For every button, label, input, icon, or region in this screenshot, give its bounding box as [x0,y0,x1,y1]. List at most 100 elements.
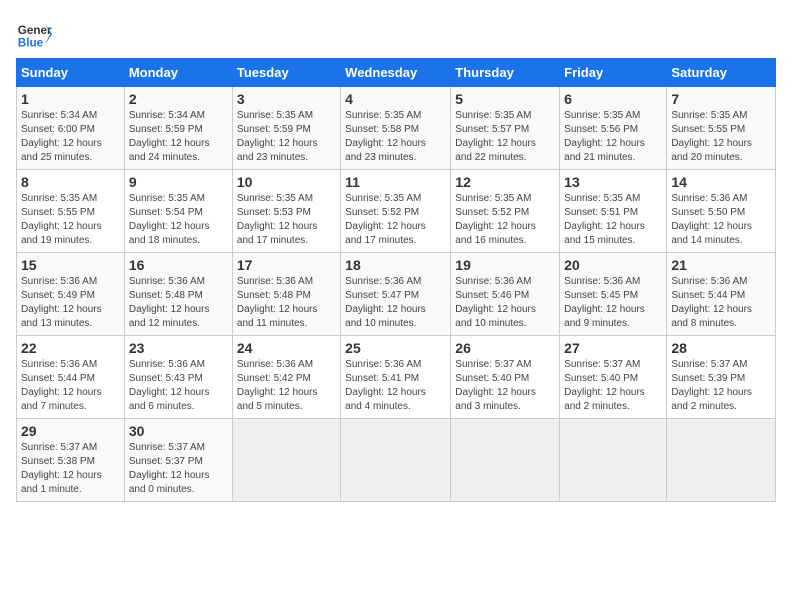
day-number: 13 [564,174,662,190]
calendar-cell: 9 Sunrise: 5:35 AM Sunset: 5:54 PM Daylig… [124,170,232,253]
svg-text:General: General [18,24,52,37]
column-header-thursday: Thursday [451,59,560,87]
day-detail: Sunrise: 5:35 AM Sunset: 5:52 PM Dayligh… [345,192,446,248]
calendar-cell: 26 Sunrise: 5:37 AM Sunset: 5:40 PM Dayli… [451,336,560,419]
day-detail: Sunrise: 5:35 AM Sunset: 5:53 PM Dayligh… [237,192,336,248]
day-detail: Sunrise: 5:35 AM Sunset: 5:54 PM Dayligh… [129,192,228,248]
calendar-week-row: 8 Sunrise: 5:35 AM Sunset: 5:55 PM Daylig… [17,170,776,253]
calendar-cell: 6 Sunrise: 5:35 AM Sunset: 5:56 PM Daylig… [560,87,667,170]
calendar-cell: 12 Sunrise: 5:35 AM Sunset: 5:52 PM Dayli… [451,170,560,253]
calendar-cell: 29 Sunrise: 5:37 AM Sunset: 5:38 PM Dayli… [17,419,125,502]
day-number: 29 [21,423,120,439]
day-number: 24 [237,340,336,356]
day-detail: Sunrise: 5:36 AM Sunset: 5:49 PM Dayligh… [21,275,120,331]
calendar-cell [232,419,340,502]
calendar-cell: 18 Sunrise: 5:36 AM Sunset: 5:47 PM Dayli… [341,253,451,336]
calendar-cell: 27Sunrise: 5:37 AM Sunset: 5:40 PM Dayli… [560,336,667,419]
column-header-sunday: Sunday [17,59,125,87]
calendar-cell [341,419,451,502]
calendar-week-row: 22 Sunrise: 5:36 AM Sunset: 5:44 PM Dayli… [17,336,776,419]
calendar-cell: 2 Sunrise: 5:34 AM Sunset: 5:59 PM Daylig… [124,87,232,170]
day-detail: Sunrise: 5:34 AM Sunset: 6:00 PM Dayligh… [21,109,120,165]
day-detail: Sunrise: 5:36 AM Sunset: 5:48 PM Dayligh… [237,275,336,331]
calendar-cell: 5Sunrise: 5:35 AM Sunset: 5:57 PM Daylig… [451,87,560,170]
day-detail: Sunrise: 5:36 AM Sunset: 5:44 PM Dayligh… [21,358,120,414]
day-detail: Sunrise: 5:35 AM Sunset: 5:56 PM Dayligh… [564,109,662,165]
calendar-cell: 14 Sunrise: 5:36 AM Sunset: 5:50 PM Dayli… [667,170,776,253]
day-detail: Sunrise: 5:35 AM Sunset: 5:52 PM Dayligh… [455,192,555,248]
calendar-week-row: 29 Sunrise: 5:37 AM Sunset: 5:38 PM Dayli… [17,419,776,502]
calendar-cell: 11Sunrise: 5:35 AM Sunset: 5:52 PM Dayli… [341,170,451,253]
day-number: 14 [671,174,771,190]
day-detail: Sunrise: 5:36 AM Sunset: 5:46 PM Dayligh… [455,275,555,331]
calendar-cell: 20Sunrise: 5:36 AM Sunset: 5:45 PM Dayli… [560,253,667,336]
logo-icon: General Blue [16,16,52,52]
calendar-cell: 3Sunrise: 5:35 AM Sunset: 5:59 PM Daylig… [232,87,340,170]
day-detail: Sunrise: 5:34 AM Sunset: 5:59 PM Dayligh… [129,109,228,165]
calendar-cell: 4 Sunrise: 5:35 AM Sunset: 5:58 PM Daylig… [341,87,451,170]
calendar-cell: 21 Sunrise: 5:36 AM Sunset: 5:44 PM Dayli… [667,253,776,336]
day-number: 12 [455,174,555,190]
day-detail: Sunrise: 5:36 AM Sunset: 5:43 PM Dayligh… [129,358,228,414]
day-number: 30 [129,423,228,439]
day-detail: Sunrise: 5:35 AM Sunset: 5:55 PM Dayligh… [671,109,771,165]
svg-text:Blue: Blue [18,37,44,50]
day-detail: Sunrise: 5:35 AM Sunset: 5:51 PM Dayligh… [564,192,662,248]
calendar-cell: 28 Sunrise: 5:37 AM Sunset: 5:39 PM Dayli… [667,336,776,419]
day-detail: Sunrise: 5:36 AM Sunset: 5:48 PM Dayligh… [129,275,228,331]
calendar-cell [667,419,776,502]
day-number: 27 [564,340,662,356]
day-number: 8 [21,174,120,190]
day-detail: Sunrise: 5:36 AM Sunset: 5:44 PM Dayligh… [671,275,771,331]
day-number: 25 [345,340,446,356]
day-number: 9 [129,174,228,190]
day-detail: Sunrise: 5:36 AM Sunset: 5:41 PM Dayligh… [345,358,446,414]
column-header-friday: Friday [560,59,667,87]
calendar-header-row: SundayMondayTuesdayWednesdayThursdayFrid… [17,59,776,87]
day-detail: Sunrise: 5:37 AM Sunset: 5:38 PM Dayligh… [21,441,120,497]
day-number: 17 [237,257,336,273]
column-header-wednesday: Wednesday [341,59,451,87]
day-number: 16 [129,257,228,273]
day-number: 21 [671,257,771,273]
day-detail: Sunrise: 5:36 AM Sunset: 5:50 PM Dayligh… [671,192,771,248]
calendar-cell: 7 Sunrise: 5:35 AM Sunset: 5:55 PM Daylig… [667,87,776,170]
day-number: 7 [671,91,771,107]
calendar-cell [451,419,560,502]
logo: General Blue [16,16,52,52]
day-detail: Sunrise: 5:35 AM Sunset: 5:55 PM Dayligh… [21,192,120,248]
calendar-cell: 25 Sunrise: 5:36 AM Sunset: 5:41 PM Dayli… [341,336,451,419]
day-detail: Sunrise: 5:35 AM Sunset: 5:57 PM Dayligh… [455,109,555,165]
calendar-cell: 16 Sunrise: 5:36 AM Sunset: 5:48 PM Dayli… [124,253,232,336]
day-number: 1 [21,91,120,107]
day-number: 20 [564,257,662,273]
day-detail: Sunrise: 5:37 AM Sunset: 5:37 PM Dayligh… [129,441,228,497]
day-detail: Sunrise: 5:36 AM Sunset: 5:42 PM Dayligh… [237,358,336,414]
day-number: 28 [671,340,771,356]
calendar-cell: 19 Sunrise: 5:36 AM Sunset: 5:46 PM Dayli… [451,253,560,336]
day-number: 22 [21,340,120,356]
calendar-cell: 10Sunrise: 5:35 AM Sunset: 5:53 PM Dayli… [232,170,340,253]
calendar-cell: 13 Sunrise: 5:35 AM Sunset: 5:51 PM Dayli… [560,170,667,253]
calendar-cell: 17 Sunrise: 5:36 AM Sunset: 5:48 PM Dayli… [232,253,340,336]
day-number: 4 [345,91,446,107]
calendar-cell: 8 Sunrise: 5:35 AM Sunset: 5:55 PM Daylig… [17,170,125,253]
day-detail: Sunrise: 5:36 AM Sunset: 5:47 PM Dayligh… [345,275,446,331]
day-number: 15 [21,257,120,273]
day-detail: Sunrise: 5:35 AM Sunset: 5:58 PM Dayligh… [345,109,446,165]
calendar-cell: 23 Sunrise: 5:36 AM Sunset: 5:43 PM Dayli… [124,336,232,419]
calendar-cell: 1 Sunrise: 5:34 AM Sunset: 6:00 PM Daylig… [17,87,125,170]
day-number: 6 [564,91,662,107]
day-number: 26 [455,340,555,356]
day-number: 18 [345,257,446,273]
day-number: 19 [455,257,555,273]
day-detail: Sunrise: 5:37 AM Sunset: 5:40 PM Dayligh… [455,358,555,414]
day-detail: Sunrise: 5:37 AM Sunset: 5:39 PM Dayligh… [671,358,771,414]
page-header: General Blue [16,16,776,52]
column-header-monday: Monday [124,59,232,87]
day-number: 2 [129,91,228,107]
day-number: 3 [237,91,336,107]
column-header-tuesday: Tuesday [232,59,340,87]
day-number: 23 [129,340,228,356]
calendar-table: SundayMondayTuesdayWednesdayThursdayFrid… [16,58,776,502]
